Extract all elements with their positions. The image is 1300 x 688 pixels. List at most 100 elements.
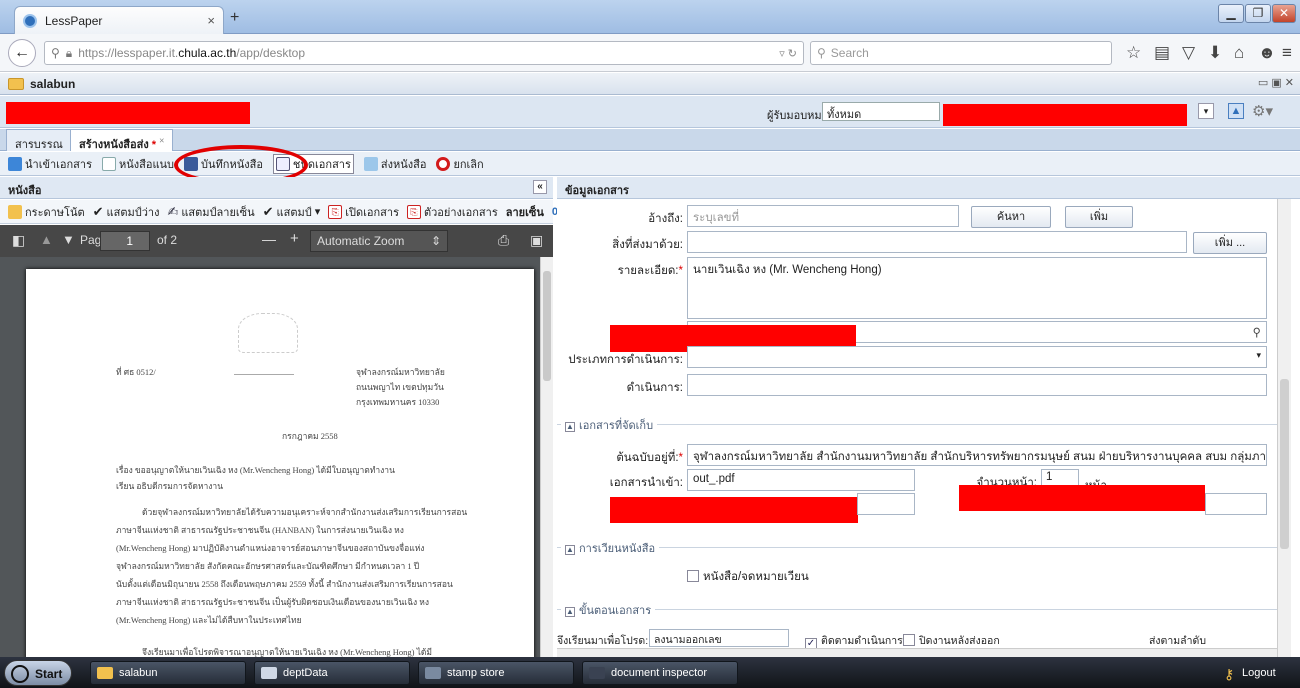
checkbox-unchecked[interactable] [687, 570, 699, 582]
collapse-icon[interactable]: ▲ [565, 607, 575, 617]
next-page-icon[interactable]: ▼ [62, 232, 75, 247]
cancel-button[interactable]: ยกเลิก [436, 155, 484, 173]
add-ref-button[interactable]: เพิ่ม [1065, 206, 1133, 228]
button-label: ยกเลิก [453, 158, 484, 171]
print-icon[interactable]: ⎙ [498, 232, 509, 249]
chevron-down-icon: ▾ [1256, 350, 1261, 360]
ref-input[interactable]: ระบุเลขที่ [687, 205, 959, 227]
import-document-button[interactable]: นำเข้าเอกสาร [8, 155, 92, 173]
search-ref-button[interactable]: ค้นหา [971, 206, 1051, 228]
tab-saraban[interactable]: สารบรรณ [6, 129, 72, 151]
checkbox-label: ปิดงานหลังส่งออก [919, 635, 1000, 647]
hidden-field-input[interactable] [857, 493, 915, 515]
url-host: chula.ac.th [178, 46, 237, 60]
app-window-controls-icon[interactable]: ▭ ▣ ✕ [1258, 76, 1294, 89]
magnifier-icon: ⚲ [817, 46, 826, 60]
search-placeholder: Search [830, 46, 869, 60]
taskbar-item-stamp-store[interactable]: stamp store [418, 661, 574, 685]
home-icon[interactable]: ⌂ [1234, 43, 1244, 63]
search-box[interactable]: ⚲ Search [810, 41, 1112, 65]
enclosure-label: สิ่งที่ส่งมาด้วย: [612, 239, 683, 251]
horizontal-scrollbar[interactable] [557, 648, 1277, 657]
send-document-button[interactable]: ส่งหนังสือ [363, 155, 427, 173]
back-arrow-icon[interactable]: ← [8, 39, 36, 67]
scrollbar-thumb[interactable] [1280, 379, 1289, 549]
doc-body-line: ภาษาจีนแห่งชาติ สาธารณรัฐประชาชนจีน (HAN… [116, 525, 404, 535]
stamp-button[interactable]: ✔ แสตมป์ ▾ [263, 203, 321, 221]
section-title[interactable]: ▲ การเวียนหนังสือ [561, 539, 660, 557]
no-entry-icon [436, 156, 451, 171]
signature-stamp-button[interactable]: ✍ แสตมป์ลายเซ็น [167, 203, 254, 221]
sidebar-toggle-icon[interactable]: ◧ [12, 232, 25, 249]
form-scrollbar[interactable] [1277, 199, 1291, 657]
gear-icon[interactable]: ⚙▾ [1252, 102, 1273, 120]
doc-body-line: จุฬาลงกรณ์มหาวิทยาลัย สังกัดคณะอักษรศาสต… [116, 561, 420, 571]
taskbar-item-salabun[interactable]: salabun [90, 661, 246, 685]
pocket-icon[interactable]: ▽ [1182, 43, 1195, 63]
upload-icon[interactable]: ▲ [1228, 103, 1244, 119]
chat-icon[interactable]: ☻ [1258, 43, 1276, 63]
page-total: of 2 [157, 233, 178, 247]
dropdown-arrow-icon[interactable]: ▿ ↻ [779, 47, 797, 60]
minimize-window-icon[interactable]: ▁ [1218, 4, 1244, 23]
import-file-input[interactable]: out_.pdf [687, 469, 915, 491]
hidden-field-input[interactable] [1205, 493, 1267, 515]
document-type-button[interactable]: ชนิดเอกสาร [272, 153, 354, 174]
taskbar-item-deptdata[interactable]: deptData [254, 661, 410, 685]
recipient-select[interactable]: ทั้งหมด [822, 102, 940, 121]
step-notify-input[interactable]: ลงนามออกเลข [649, 629, 789, 647]
action-type-select[interactable]: ▾ [687, 346, 1267, 368]
reading-list-icon[interactable]: ▤ [1154, 43, 1170, 63]
button-label: ส่งหนังสือ [380, 158, 427, 171]
download-icon[interactable]: ▣ [530, 232, 543, 249]
blank-stamp-button[interactable]: ✔ แสตมป์ว่าง [93, 203, 160, 221]
section-title[interactable]: ▲ เอกสารที่จัดเก็บ [561, 416, 658, 434]
zoom-select[interactable]: Automatic Zoom ⇕ [310, 230, 448, 252]
new-tab-button[interactable]: + [230, 9, 239, 27]
close-window-icon[interactable]: ✕ [1272, 4, 1296, 23]
menu-icon[interactable]: ≡ [1282, 43, 1292, 63]
app-header: ผู้รับมอบหมาย: ทั้งหมด ▾ ▲ ⚙▾ [0, 96, 1300, 128]
open-document-button[interactable]: ⎘ เปิดเอกสาร [328, 203, 399, 221]
close-tab-icon[interactable]: × [207, 13, 215, 28]
chevron-down-icon[interactable]: ▾ [315, 205, 321, 218]
document-info-form: อ้างถึง: ระบุเลขที่ ค้นหา เพิ่ม สิ่งที่ส… [557, 199, 1277, 657]
zoom-out-button[interactable]: — [262, 231, 276, 247]
circulation-checkbox[interactable]: หนังสือ/จดหมายเวียน [687, 568, 809, 586]
close-tab-icon[interactable]: × [159, 135, 164, 145]
pdf-page: ที่ ศธ 0512/ จุฬาลงกรณ์มหาวิทยาลัย ถนนพญ… [26, 269, 534, 657]
start-button[interactable]: Start [4, 660, 72, 686]
add-enclosure-button[interactable]: เพิ่ม ... [1193, 232, 1267, 254]
page-number-input[interactable]: 1 [100, 231, 150, 251]
preview-document-button[interactable]: ⎘ ตัวอย่างเอกสาร [406, 203, 498, 221]
collapse-icon[interactable]: ▲ [565, 545, 575, 555]
scrollbar-thumb[interactable] [543, 271, 551, 381]
taskbar-item-document-inspector[interactable]: document inspector [582, 661, 738, 685]
checkbox-unchecked[interactable] [903, 634, 915, 646]
attach-document-button[interactable]: หนังสือแนบ [101, 155, 174, 173]
search-icon[interactable]: ⚲ [1253, 325, 1261, 339]
action-input[interactable] [687, 374, 1267, 396]
tab-create-outgoing[interactable]: สร้างหนังสือส่ง * × [70, 129, 174, 151]
collapse-icon[interactable]: ▲ [565, 422, 575, 432]
chevron-down-icon[interactable]: ▾ [1198, 103, 1214, 119]
save-document-button[interactable]: บันทึกหนังสือ [184, 155, 263, 173]
browser-tab[interactable]: LessPaper × [14, 6, 224, 34]
enclosure-input[interactable] [687, 231, 1187, 253]
address-bar[interactable]: ⚲ 🔒︎ https://lesspaper.it. chula.ac.th /… [44, 41, 804, 65]
pdf-scrollbar[interactable] [540, 257, 553, 657]
logout-button[interactable]: ⚷ Logout [1220, 661, 1294, 685]
close-after-send-checkbox[interactable]: ปิดงานหลังส่งออก [903, 632, 1000, 649]
pdf-viewer[interactable]: ที่ ศธ 0512/ จุฬาลงกรณ์มหาวิทยาลัย ถนนพญ… [0, 257, 540, 657]
original-location-label: ต้นฉบับอยู่ที่: [616, 452, 679, 464]
bookmark-star-icon[interactable]: ☆ [1126, 43, 1141, 63]
download-icon[interactable]: ⬇ [1208, 43, 1222, 63]
zoom-in-button[interactable]: + [290, 230, 299, 247]
section-title[interactable]: ▲ ขั้นตอนเอกสาร [561, 601, 656, 619]
detail-textarea[interactable]: นายเวินเฉิง หง (Mr. Wencheng Hong) [687, 257, 1267, 319]
maximize-window-icon[interactable]: ❐ [1245, 4, 1271, 23]
collapse-panel-icon[interactable]: « [533, 180, 547, 194]
previous-page-icon[interactable]: ▲ [40, 232, 53, 247]
sticky-note-button[interactable]: กระดาษโน้ต [8, 203, 85, 221]
original-location-input[interactable]: จุฬาลงกรณ์มหาวิทยาลัย สำนักงานมหาวิทยาลั… [687, 444, 1267, 466]
